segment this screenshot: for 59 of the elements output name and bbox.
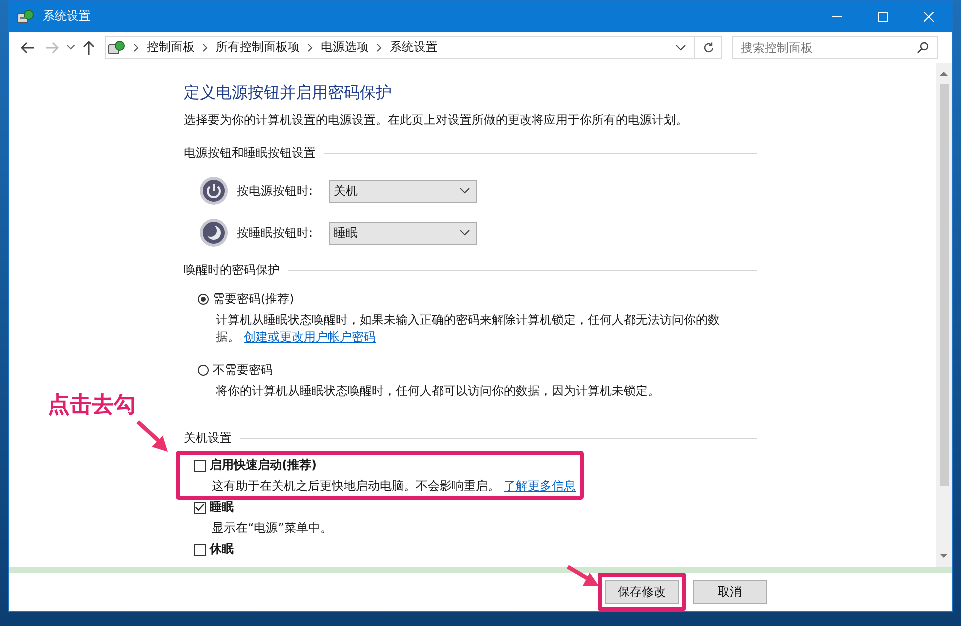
breadcrumb-item[interactable]: 所有控制面板项	[216, 39, 300, 56]
checkbox[interactable]	[194, 502, 206, 514]
section-title: 电源按钮和睡眠按钮设置	[184, 145, 316, 162]
window-title: 系统设置	[43, 8, 91, 25]
caret-icon[interactable]	[67, 45, 75, 50]
annotation-arrow	[136, 420, 170, 454]
option-description: 显示在“电源”菜单中。	[212, 521, 332, 535]
setting-label: 按睡眠按钮时:	[237, 224, 314, 242]
page-description: 选择要为你的计算机设置的电源设置。在此页上对设置所做的更改将应用于你所有的电源计划。	[184, 112, 689, 129]
annotation-text: 点击去勾	[48, 391, 136, 420]
option-label: 不需要密码	[213, 362, 273, 379]
option-label: 睡眠	[210, 499, 234, 516]
power-icon	[199, 176, 229, 206]
chevron-down-icon	[460, 230, 470, 236]
scroll-thumb[interactable]	[940, 84, 948, 486]
section-title: 唤醒时的密码保护	[184, 262, 280, 279]
dropdown-caret-icon[interactable]	[676, 44, 686, 50]
option-label: 启用快速启动(推荐)	[210, 457, 317, 474]
search-icon	[917, 42, 929, 54]
radio-button[interactable]	[198, 365, 209, 376]
chevron-icon	[134, 44, 139, 52]
scroll-down-icon[interactable]	[940, 554, 948, 559]
option-label: 休眠	[210, 541, 234, 558]
option-description: 这有助于在关机之后更快地启动电脑。不会影响重启。	[212, 479, 500, 493]
checkbox[interactable]	[194, 544, 206, 556]
option-description: 将你的计算机从睡眠状态唤醒时，任何人都可以访问你的数据，因为计算机未锁定。	[216, 383, 661, 400]
option-description: 计算机从睡眠状态唤醒时，如果未输入正确的密码来解除计算机锁定，任何人都无法访问你的数据。 创建或更改用户帐户密码	[216, 312, 721, 346]
chevron-icon	[308, 44, 313, 52]
radio-button[interactable]	[198, 294, 209, 305]
save-button[interactable]: 保存修改	[605, 580, 679, 604]
breadcrumb-item[interactable]: 电源选项	[321, 39, 369, 56]
setting-label: 按电源按钮时:	[237, 182, 314, 200]
up-arrow-icon[interactable]	[83, 40, 95, 54]
dropdown[interactable]: 睡眠	[329, 222, 477, 244]
account-password-link[interactable]: 创建或更改用户帐户密码	[244, 330, 376, 344]
checkbox[interactable]	[194, 460, 206, 472]
chevron-icon	[377, 44, 382, 52]
control-panel-icon	[17, 8, 35, 24]
chevron-down-icon	[460, 188, 470, 194]
close-icon	[924, 12, 934, 22]
maximize-icon	[878, 12, 888, 22]
section-title: 关机设置	[184, 430, 232, 447]
scrollbar[interactable]	[936, 63, 952, 567]
breadcrumb-item[interactable]: 系统设置	[390, 39, 438, 56]
moon-icon	[199, 218, 229, 248]
annotation-arrow	[566, 565, 600, 589]
back-arrow-icon[interactable]	[21, 42, 35, 54]
address-bar[interactable]: 控制面板 所有控制面板项 电源选项 系统设置	[105, 36, 722, 59]
refresh-icon[interactable]	[703, 42, 715, 54]
dropdown[interactable]: 关机	[329, 180, 477, 202]
chevron-icon	[203, 44, 208, 52]
option-label: 需要密码(推荐)	[213, 291, 294, 308]
cancel-button[interactable]: 取消	[693, 580, 767, 604]
control-panel-icon	[108, 40, 126, 56]
page-heading: 定义电源按钮并启用密码保护	[184, 83, 393, 104]
learn-more-link[interactable]: 了解更多信息	[504, 479, 576, 493]
scroll-up-icon[interactable]	[940, 71, 948, 76]
breadcrumb-item[interactable]: 控制面板	[147, 39, 195, 56]
search-field[interactable]: 搜索控制面板	[732, 36, 938, 59]
